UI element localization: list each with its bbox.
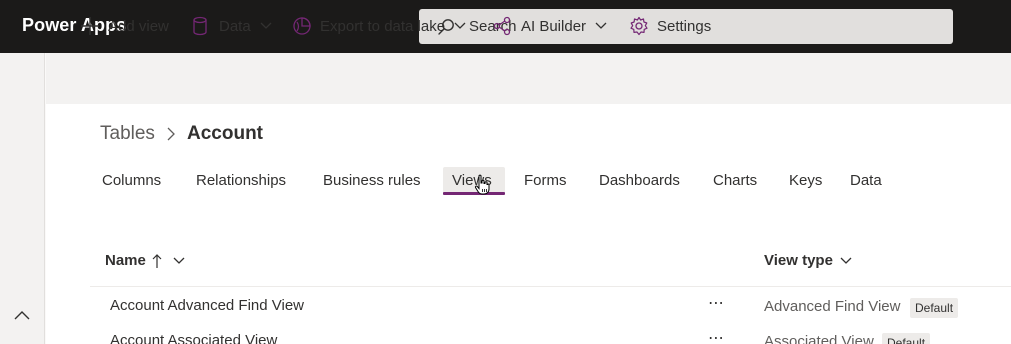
hand-cursor-icon: [474, 174, 490, 195]
tab-business-rules[interactable]: Business rules: [323, 172, 421, 189]
tab-data[interactable]: Data: [850, 172, 882, 189]
add-view-label: Add view: [108, 17, 169, 35]
tab-forms[interactable]: Forms: [524, 172, 567, 189]
gear-icon: [630, 16, 648, 36]
chevron-down-icon: [840, 257, 852, 264]
column-header-view-type-label: View type: [764, 252, 833, 269]
settings-button[interactable]: Settings: [629, 15, 711, 37]
chevron-up-icon[interactable]: [12, 308, 32, 322]
tab-keys[interactable]: Keys: [789, 172, 822, 189]
tab-columns[interactable]: Columns: [102, 172, 161, 189]
default-badge: Default: [910, 298, 959, 318]
database-icon: [193, 16, 207, 36]
add-view-button[interactable]: Add view: [80, 15, 169, 37]
column-header-view-type[interactable]: View type: [764, 252, 853, 269]
tab-charts[interactable]: Charts: [713, 172, 757, 189]
row-name-link[interactable]: Account Advanced Find View: [110, 297, 304, 314]
ai-builder-button[interactable]: AI Builder: [493, 15, 608, 37]
column-header-name-label: Name: [105, 252, 146, 269]
chevron-down-icon: [260, 22, 272, 29]
row-view-type: Advanced Find View: [764, 298, 901, 315]
breadcrumb-tables-link[interactable]: Tables: [100, 123, 155, 145]
tab-relationships[interactable]: Relationships: [196, 172, 286, 189]
command-bar: [46, 53, 1011, 104]
column-header-name[interactable]: Name: [105, 252, 186, 269]
export-lake-icon: [293, 17, 311, 35]
header-divider: [90, 286, 1011, 287]
ai-builder-label: AI Builder: [521, 17, 587, 35]
settings-label: Settings: [657, 17, 712, 35]
plus-icon: [81, 17, 99, 35]
ai-builder-icon: [493, 16, 511, 36]
tab-dashboards[interactable]: Dashboards: [599, 172, 680, 189]
export-to-data-lake-label: Export to data lake: [320, 17, 446, 35]
left-nav: [0, 53, 45, 344]
breadcrumb-current: Account: [187, 123, 263, 144]
more-options-icon[interactable]: ⋯: [708, 293, 725, 313]
default-badge: Default: [882, 333, 931, 344]
chevron-down-icon: [454, 22, 466, 29]
more-options-icon[interactable]: ⋯: [708, 328, 725, 344]
export-to-data-lake-button[interactable]: Export to data lake: [292, 15, 467, 37]
chevron-down-icon: [595, 22, 607, 29]
data-menu-label: Data: [219, 17, 251, 35]
chevron-right-icon: [167, 127, 175, 141]
sort-ascending-icon: [152, 253, 162, 268]
row-name-link[interactable]: Account Associated View: [110, 332, 277, 344]
chevron-down-icon: [173, 257, 185, 264]
row-view-type: Associated View: [764, 333, 874, 344]
data-menu-button[interactable]: Data: [192, 15, 273, 37]
